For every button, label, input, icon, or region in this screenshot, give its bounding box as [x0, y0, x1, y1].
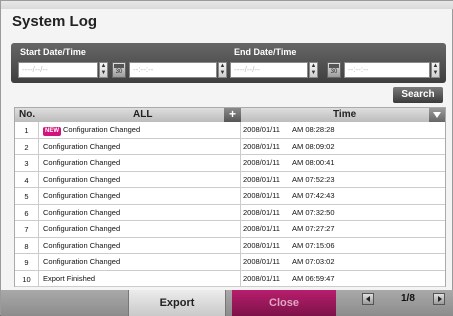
new-badge: NEW	[43, 127, 61, 136]
log-table: No. ALL + Time 1 NEW Configuration Changed…	[14, 107, 446, 287]
sort-dropdown-icon[interactable]	[429, 108, 445, 122]
spin-down-icon[interactable]: ▼	[219, 70, 226, 77]
row-time: AM 06:59:47	[292, 273, 335, 283]
row-date: 2008/01/11	[243, 174, 280, 184]
row-event-text: Configuration Changed	[63, 125, 141, 134]
row-event-text: Configuration Changed	[43, 224, 121, 233]
row-date: 2008/01/11	[243, 273, 280, 283]
row-number: 5	[15, 188, 39, 204]
add-filter-icon[interactable]: +	[224, 108, 241, 122]
end-date-field[interactable]: ----/--/--	[230, 62, 308, 78]
row-number: 7	[15, 221, 39, 237]
close-button[interactable]: Close	[232, 290, 336, 316]
spin-up-icon[interactable]: ▲	[310, 63, 317, 70]
page-title: System Log	[12, 13, 98, 30]
row-event-text: Configuration Changed	[43, 257, 121, 266]
column-header-time[interactable]: Time	[333, 108, 356, 122]
date-time-panel: Start Date/Time ----/--/-- ▲ ▼ 30 --:--:-…	[11, 43, 446, 83]
start-calendar-icon[interactable]: 30	[112, 62, 126, 78]
row-number: 2	[15, 138, 39, 154]
row-event-text: Export Finished	[43, 273, 96, 283]
row-event-text: Configuration Changed	[43, 174, 121, 184]
end-time-field[interactable]: --:--:--	[344, 62, 430, 78]
row-time: AM 08:28:28	[292, 125, 335, 134]
row-number: 9	[15, 254, 39, 270]
top-bar	[1, 1, 453, 9]
spin-down-icon[interactable]: ▼	[432, 70, 439, 77]
row-date: 2008/01/11	[243, 141, 280, 151]
start-time-field[interactable]: --:--:--	[129, 62, 217, 78]
table-row[interactable]: 4 Configuration Changed 2008/01/11 AM 07:52…	[15, 171, 445, 188]
row-event: Configuration Changed	[39, 171, 241, 187]
table-row[interactable]: 2 Configuration Changed 2008/01/11 AM 08:09…	[15, 138, 445, 155]
table-row[interactable]: 3 Configuration Changed 2008/01/11 AM 08:00…	[15, 155, 445, 172]
event-filter-header[interactable]: ALL	[133, 108, 152, 122]
spin-down-icon[interactable]: ▼	[310, 70, 317, 77]
row-number: 3	[15, 155, 39, 171]
spin-up-icon[interactable]: ▲	[100, 63, 107, 70]
row-event: Export Finished	[39, 270, 241, 286]
row-number: 6	[15, 204, 39, 220]
row-date: 2008/01/11	[243, 240, 280, 250]
table-row[interactable]: 9 Configuration Changed 2008/01/11 AM 07:03…	[15, 254, 445, 271]
row-time: AM 07:03:02	[292, 257, 335, 266]
row-event-text: Configuration Changed	[43, 191, 121, 200]
row-event-text: Configuration Changed	[43, 240, 121, 250]
page-indicator: 1/8	[401, 293, 415, 304]
start-date-time-label: Start Date/Time	[20, 47, 86, 57]
table-row[interactable]: 6 Configuration Changed 2008/01/11 AM 07:32…	[15, 204, 445, 221]
row-time: AM 07:15:06	[292, 240, 335, 250]
system-log-window: System Log Start Date/Time ----/--/-- ▲ ▼…	[0, 0, 453, 316]
column-header-no: No.	[19, 109, 36, 120]
start-date-stepper[interactable]: ▲ ▼	[99, 62, 108, 78]
row-event-text: Configuration Changed	[43, 158, 121, 167]
row-time: AM 07:42:43	[292, 191, 335, 200]
start-date-field[interactable]: ----/--/--	[18, 62, 98, 78]
row-number: 8	[15, 237, 39, 253]
spin-up-icon[interactable]: ▲	[432, 63, 439, 70]
export-button[interactable]: Export	[128, 290, 226, 316]
row-event: Configuration Changed	[39, 221, 241, 237]
row-time: AM 07:32:50	[292, 207, 335, 217]
row-event: Configuration Changed	[39, 254, 241, 270]
row-date: 2008/01/11	[243, 125, 280, 134]
row-time: AM 07:52:23	[292, 174, 335, 184]
table-row[interactable]: 1 NEW Configuration Changed 2008/01/11 AM 08…	[15, 122, 445, 139]
end-date-time-label: End Date/Time	[234, 47, 297, 57]
end-time-stepper[interactable]: ▲ ▼	[431, 62, 440, 78]
table-row[interactable]: 5 Configuration Changed 2008/01/11 AM 07:42…	[15, 188, 445, 205]
row-event: Configuration Changed	[39, 188, 241, 204]
table-row[interactable]: 8 Configuration Changed 2008/01/11 AM 07:15…	[15, 237, 445, 254]
end-calendar-icon[interactable]: 30	[327, 62, 341, 78]
row-event: NEW Configuration Changed	[39, 122, 241, 138]
row-date: 2008/01/11	[243, 224, 280, 233]
spin-up-icon[interactable]: ▲	[219, 63, 226, 70]
prev-page-icon[interactable]	[362, 293, 374, 305]
row-date: 2008/01/11	[243, 257, 280, 266]
row-event-text: Configuration Changed	[43, 207, 121, 217]
row-time: AM 07:27:27	[292, 224, 335, 233]
row-event: Configuration Changed	[39, 138, 241, 154]
start-time-stepper[interactable]: ▲ ▼	[218, 62, 227, 78]
table-header: No. ALL + Time	[15, 108, 445, 122]
row-event: Configuration Changed	[39, 204, 241, 220]
search-button[interactable]: Search	[393, 87, 443, 103]
row-date: 2008/01/11	[243, 207, 280, 217]
row-event: Configuration Changed	[39, 237, 241, 253]
row-number: 4	[15, 171, 39, 187]
row-time: AM 08:00:41	[292, 158, 335, 167]
row-number: 10	[15, 270, 39, 286]
row-number: 1	[15, 122, 39, 138]
row-event-text: Configuration Changed	[43, 141, 121, 151]
footer-bar	[1, 290, 453, 316]
table-row[interactable]: 7 Configuration Changed 2008/01/11 AM 07:27…	[15, 221, 445, 238]
row-time: AM 08:09:02	[292, 141, 335, 151]
row-event: Configuration Changed	[39, 155, 241, 171]
row-date: 2008/01/11	[243, 191, 280, 200]
row-date: 2008/01/11	[243, 158, 280, 167]
table-row[interactable]: 10 Export Finished 2008/01/11 AM 06:59:47	[15, 270, 445, 287]
next-page-icon[interactable]	[433, 293, 445, 305]
spin-down-icon[interactable]: ▼	[100, 70, 107, 77]
end-date-stepper[interactable]: ▲ ▼	[309, 62, 318, 78]
